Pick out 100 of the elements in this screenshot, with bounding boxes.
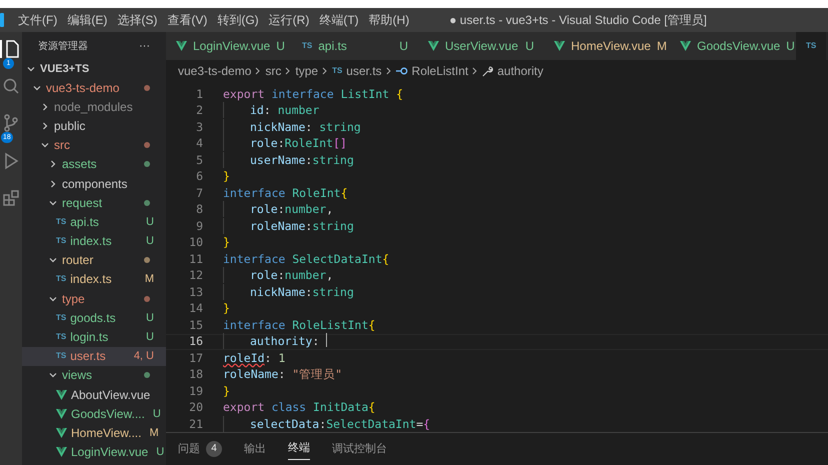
- breadcrumb-item[interactable]: vue3-ts-demo: [178, 62, 252, 80]
- menu-item[interactable]: 选择(S): [117, 11, 158, 29]
- vue-icon: [56, 447, 67, 458]
- menu-item[interactable]: 转到(G): [217, 11, 259, 29]
- line-number: 14: [188, 300, 203, 318]
- tree-item[interactable]: HomeView.... M: [22, 423, 166, 443]
- code-line: nickName:string: [250, 284, 354, 301]
- line-number: 10: [188, 234, 203, 252]
- menu-item[interactable]: 文件(F): [18, 11, 58, 29]
- run-icon[interactable]: [3, 152, 19, 170]
- line-number: 12: [188, 267, 203, 284]
- typescript-icon: TS: [332, 65, 342, 77]
- editor-tab[interactable]: HomeView.vue M: [544, 32, 670, 60]
- line-number: 9: [195, 218, 203, 235]
- code-line: userName:string: [250, 152, 354, 169]
- menu-item[interactable]: 查看(V): [167, 11, 208, 29]
- typescript-icon: TS: [56, 350, 66, 362]
- tree-item[interactable]: components: [22, 174, 166, 194]
- file-name: index.ts: [70, 271, 112, 288]
- line-number: 20: [188, 399, 203, 416]
- file-name: views: [62, 367, 92, 384]
- count-badge: 4: [206, 441, 222, 457]
- typescript-icon: TS: [56, 273, 66, 286]
- menu-item[interactable]: 帮助(H): [368, 11, 410, 29]
- file-name: index.ts: [70, 233, 112, 250]
- typescript-icon: TS: [56, 312, 66, 324]
- tree-item[interactable]: public: [22, 116, 166, 136]
- menu-item[interactable]: 运行(R): [268, 11, 310, 29]
- panel-tab[interactable]: 调试控制台: [332, 438, 387, 460]
- line-number: 1: [195, 86, 203, 103]
- panel-tab[interactable]: 输出: [244, 438, 266, 460]
- editor-tab[interactable]: LoginView.vue U: [166, 32, 292, 60]
- tree-item[interactable]: router: [22, 250, 166, 270]
- branch-icon[interactable]: [3, 114, 19, 132]
- editor-tab[interactable]: UserView.vue U: [418, 32, 544, 60]
- panel-tab[interactable]: 问题 4: [178, 438, 222, 460]
- file-name: router: [62, 252, 94, 270]
- file-name: vue3-ts-demo: [46, 80, 120, 97]
- tree-item[interactable]: AboutView.vue: [22, 385, 166, 404]
- breadcrumb-item[interactable]: user.ts: [346, 62, 382, 80]
- file-name: LoginView.vue: [71, 444, 148, 462]
- menu-item[interactable]: 终端(T): [319, 11, 359, 29]
- code-line: authority:: [250, 333, 320, 350]
- git-status: U: [146, 330, 154, 345]
- line-number: 15: [188, 316, 203, 334]
- file-name: public: [54, 118, 86, 135]
- editor-tab[interactable]: TS: [796, 32, 826, 60]
- code-line: roleName: "管理员": [223, 366, 342, 384]
- breadcrumb-item[interactable]: authority: [497, 62, 544, 80]
- code-line: }: [223, 382, 230, 400]
- files-icon[interactable]: [4, 40, 20, 58]
- file-name: GoodsView....: [71, 406, 145, 423]
- tree-item[interactable]: TS user.ts 4, U: [22, 346, 166, 366]
- editor-tab[interactable]: GoodsView.vue U: [670, 32, 796, 60]
- breadcrumb-item[interactable]: src: [265, 62, 282, 80]
- panel-tab[interactable]: 终端: [288, 438, 310, 460]
- section-header[interactable]: VUE3+TS: [40, 60, 90, 78]
- search-icon[interactable]: [3, 78, 19, 94]
- git-status: U: [146, 234, 154, 249]
- app-logo-icon: [0, 13, 4, 27]
- breadcrumb-item[interactable]: RoleListInt: [412, 62, 468, 80]
- tree-item[interactable]: src: [22, 136, 166, 155]
- wrench-icon: [482, 66, 494, 76]
- tree-item[interactable]: TS goods.ts U: [22, 308, 166, 328]
- file-name: user.ts: [70, 348, 106, 366]
- tree-item[interactable]: node_modules: [22, 97, 166, 116]
- code-line: role:number,: [250, 201, 334, 218]
- editor-tab[interactable]: TS api.ts U: [292, 32, 418, 60]
- tree-item[interactable]: GoodsView.... U: [22, 404, 166, 424]
- code-line: role:RoleInt[]: [250, 135, 347, 152]
- line-number: 8: [195, 201, 203, 218]
- git-status: M: [144, 272, 154, 288]
- typescript-icon: TS: [56, 331, 66, 344]
- tree-item[interactable]: assets: [22, 154, 166, 174]
- tree-item[interactable]: type: [22, 289, 166, 308]
- vue-icon: [428, 41, 439, 51]
- file-name: login.ts: [70, 329, 108, 346]
- tree-item[interactable]: views: [22, 366, 166, 385]
- tree-item[interactable]: LoginView.vue U: [22, 442, 166, 462]
- code-line: nickName: string: [250, 118, 361, 136]
- git-status: U: [146, 310, 154, 326]
- tree-item[interactable]: request: [22, 193, 166, 212]
- code-line: export class InitData{: [223, 399, 376, 416]
- more-button[interactable]: ···: [139, 38, 150, 54]
- line-number: 3: [195, 118, 203, 136]
- vue-icon: [680, 41, 691, 51]
- file-name: request: [62, 194, 102, 212]
- file-name: components: [62, 176, 128, 193]
- typescript-icon: TS: [56, 235, 66, 248]
- breadcrumb-item[interactable]: type: [295, 62, 318, 80]
- code-line: }: [223, 300, 230, 318]
- extensions-icon[interactable]: [3, 190, 19, 206]
- tree-item[interactable]: TS api.ts U: [22, 212, 166, 232]
- menu-item[interactable]: 编辑(E): [67, 11, 108, 29]
- tree-item[interactable]: TS index.ts M: [22, 270, 166, 290]
- tree-item[interactable]: vue3-ts-demo: [22, 78, 166, 98]
- tree-item[interactable]: TS login.ts U: [22, 327, 166, 347]
- git-status: U: [146, 214, 154, 230]
- tree-item[interactable]: TS index.ts U: [22, 232, 166, 251]
- line-number: 4: [195, 135, 203, 152]
